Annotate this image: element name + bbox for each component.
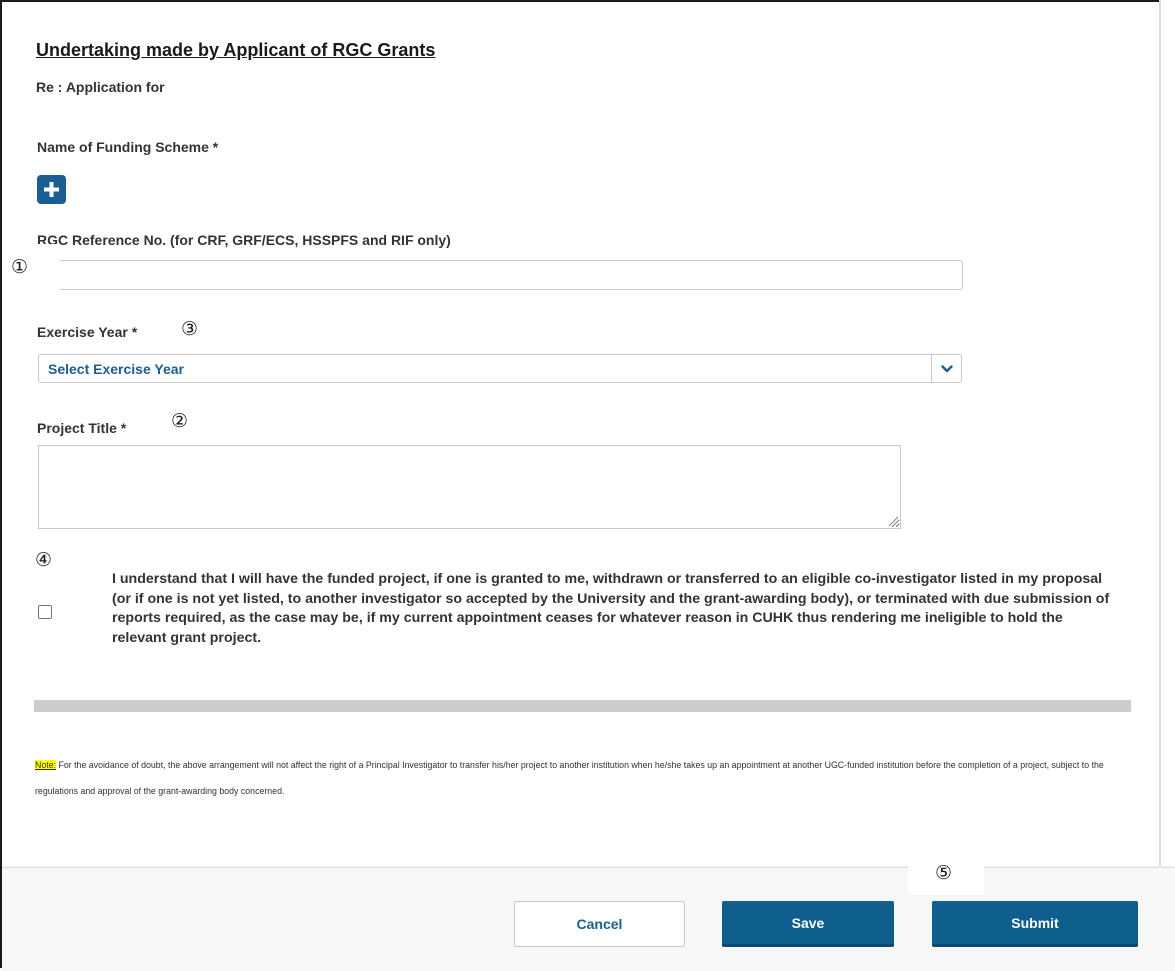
exercise-year-select[interactable]: Select Exercise Year <box>38 354 962 383</box>
annotation-marker-3: ③ <box>181 318 199 340</box>
funding-scheme-label: Name of Funding Scheme * <box>37 139 219 155</box>
frame-right-edge <box>1159 0 1161 866</box>
annotation-marker-5: ⑤ <box>935 862 953 884</box>
undertaking-checkbox[interactable] <box>38 605 52 619</box>
project-title-textarea[interactable] <box>38 445 901 529</box>
note-text: For the avoidance of doubt, the above ar… <box>35 760 1104 796</box>
save-button[interactable]: Save <box>722 901 894 947</box>
exercise-year-selected-value: Select Exercise Year <box>48 361 184 377</box>
note-block: Note: For the avoidance of doubt, the ab… <box>35 752 1145 804</box>
re-label: Re : Application for <box>36 79 165 95</box>
cancel-button[interactable]: Cancel <box>514 901 685 947</box>
submit-button[interactable]: Submit <box>932 901 1138 947</box>
rgc-reference-input[interactable] <box>38 260 963 290</box>
project-title-label: Project Title * <box>37 420 127 436</box>
section-divider <box>34 700 1131 712</box>
annotation-marker-4: ④ <box>35 549 53 571</box>
page-title: Undertaking made by Applicant of RGC Gra… <box>36 40 436 60</box>
plus-icon <box>44 182 59 197</box>
annotation-marker-1: ① <box>11 256 29 278</box>
note-label: Note: <box>35 760 57 770</box>
rgc-reference-label: RGC Reference No. (for CRF, GRF/ECS, HSS… <box>37 232 451 248</box>
add-funding-scheme-button[interactable] <box>37 175 66 204</box>
annotation-marker-2: ② <box>171 410 189 432</box>
undertaking-statement: I understand that I will have the funded… <box>112 571 1110 646</box>
chevron-down-icon[interactable] <box>931 355 961 382</box>
exercise-year-label: Exercise Year * <box>37 324 138 340</box>
